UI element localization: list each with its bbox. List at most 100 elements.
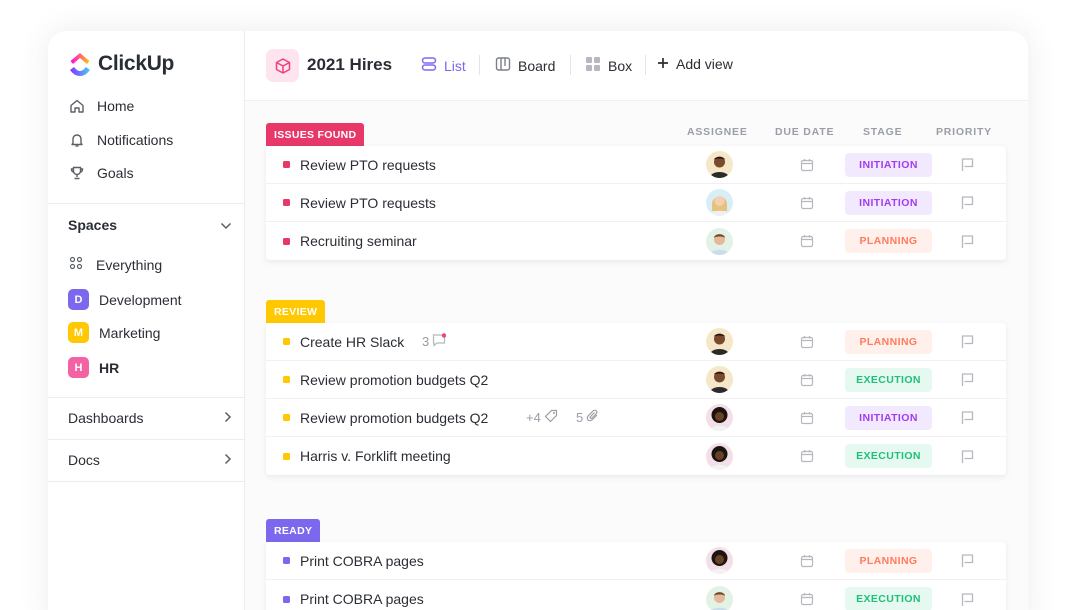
calendar-icon[interactable]: [800, 373, 814, 387]
stage-badge[interactable]: PLANNING: [845, 329, 932, 354]
space-item-label: HR: [99, 359, 120, 376]
task-name[interactable]: Recruiting seminar: [300, 233, 417, 249]
nav-item-label: Goals: [97, 164, 134, 181]
list-icon: [421, 56, 437, 75]
grid-dots-icon: [68, 255, 84, 274]
calendar-icon[interactable]: [800, 335, 814, 349]
stage-badge[interactable]: PLANNING: [845, 229, 932, 253]
brand-name: ClickUp: [98, 52, 175, 75]
clickup-logo[interactable]: ClickUp: [68, 51, 174, 77]
calendar-icon[interactable]: [800, 411, 814, 425]
tab-box[interactable]: Box: [585, 56, 632, 75]
task-row[interactable]: Harris v. Forklift meeting EXECUTION: [266, 437, 1006, 475]
stage-badge[interactable]: EXECUTION: [845, 367, 932, 392]
cube-icon: [266, 49, 299, 82]
avatar[interactable]: [706, 442, 733, 470]
comment-icon: [432, 333, 447, 350]
flag-icon[interactable]: [960, 157, 975, 172]
status-group-tag[interactable]: ISSUES FOUND: [266, 123, 365, 146]
flag-icon[interactable]: [960, 553, 975, 568]
attachment-count-value: 5: [576, 410, 584, 425]
calendar-icon[interactable]: [800, 234, 814, 248]
flag-icon[interactable]: [960, 372, 975, 387]
chevron-down-icon[interactable]: [220, 217, 232, 233]
home-icon: [68, 97, 85, 114]
nav-item-home[interactable]: Home: [68, 97, 134, 114]
calendar-icon[interactable]: [800, 449, 814, 463]
task-row[interactable]: Print COBRA pages PLANNING: [266, 542, 1006, 580]
calendar-icon[interactable]: [800, 592, 814, 606]
task-row[interactable]: Recruiting seminar PLANNING: [266, 222, 1006, 260]
status-dot: [283, 557, 290, 564]
stage-badge[interactable]: EXECUTION: [845, 587, 932, 610]
space-item-development[interactable]: D Development: [68, 289, 182, 310]
column-header-assignee[interactable]: ASSIGNEE: [687, 126, 748, 138]
column-header-stage[interactable]: STAGE: [863, 126, 902, 138]
stage-badge[interactable]: PLANNING: [845, 548, 932, 573]
task-row[interactable]: Review promotion budgets Q2 EXECUTION: [266, 361, 1006, 399]
page-title: 2021 Hires: [307, 55, 393, 74]
sidebar-divider: [48, 203, 245, 204]
task-row[interactable]: Review PTO requests INITIATION: [266, 146, 1006, 184]
flag-icon[interactable]: [960, 195, 975, 210]
stage-badge[interactable]: INITIATION: [845, 190, 932, 215]
avatar[interactable]: [706, 328, 733, 355]
column-header-due-date[interactable]: DUE DATE: [775, 126, 834, 138]
task-name[interactable]: Review PTO requests: [300, 157, 436, 173]
flag-icon[interactable]: [960, 334, 975, 349]
sidebar-item-docs[interactable]: Docs: [68, 452, 232, 468]
task-name[interactable]: Print COBRA pages: [300, 553, 424, 569]
status-dot: [283, 199, 290, 206]
flag-icon[interactable]: [960, 410, 975, 425]
tag-count[interactable]: +4: [526, 409, 558, 426]
task-name[interactable]: Create HR Slack: [300, 334, 404, 350]
sidebar-item-label: Docs: [68, 452, 100, 468]
avatar[interactable]: [706, 547, 733, 574]
task-name[interactable]: Harris v. Forklift meeting: [300, 448, 451, 464]
status-dot: [283, 376, 290, 383]
task-group: Create HR Slack 3 PLANNING Review promotion…: [266, 323, 1006, 475]
board-icon: [495, 56, 511, 75]
app-window: ClickUp Home Notifications Goals Spaces: [48, 31, 1028, 610]
task-row[interactable]: Review promotion budgets Q2 +4 5 INITIATION: [266, 399, 1006, 437]
task-name[interactable]: Print COBRA pages: [300, 591, 424, 607]
calendar-icon[interactable]: [800, 158, 814, 172]
column-header-priority[interactable]: PRIORITY: [936, 126, 992, 138]
space-item-everything[interactable]: Everything: [68, 255, 162, 274]
space-item-marketing[interactable]: M Marketing: [68, 322, 160, 343]
sidebar-item-dashboards[interactable]: Dashboards: [68, 410, 232, 426]
task-row[interactable]: Create HR Slack 3 PLANNING: [266, 323, 1006, 361]
calendar-icon[interactable]: [800, 196, 814, 210]
status-group-tag[interactable]: REVIEW: [266, 300, 326, 323]
nav-item-notifications[interactable]: Notifications: [68, 131, 173, 148]
avatar[interactable]: [706, 366, 733, 393]
nav-item-goals[interactable]: Goals: [68, 164, 134, 181]
task-name[interactable]: Review promotion budgets Q2: [300, 372, 488, 388]
task-row[interactable]: Print COBRA pages EXECUTION: [266, 580, 1006, 610]
view-separator: [645, 55, 646, 75]
flag-icon[interactable]: [960, 449, 975, 464]
tab-list[interactable]: List: [421, 56, 466, 75]
calendar-icon[interactable]: [800, 554, 814, 568]
attachment-count[interactable]: 5: [576, 409, 600, 426]
avatar[interactable]: [706, 404, 733, 431]
task-name[interactable]: Review PTO requests: [300, 195, 436, 211]
task-row[interactable]: Review PTO requests INITIATION: [266, 184, 1006, 222]
add-view-button[interactable]: Add view: [657, 56, 733, 72]
avatar[interactable]: [706, 151, 733, 178]
stage-badge[interactable]: INITIATION: [845, 152, 932, 177]
flag-icon[interactable]: [960, 234, 975, 249]
tab-label: Box: [608, 57, 633, 74]
stage-badge[interactable]: INITIATION: [845, 405, 932, 430]
task-name[interactable]: Review promotion budgets Q2: [300, 410, 488, 426]
stage-badge[interactable]: EXECUTION: [845, 444, 932, 468]
spaces-header[interactable]: Spaces: [68, 217, 232, 233]
avatar[interactable]: [706, 227, 733, 255]
avatar[interactable]: [706, 585, 733, 610]
comment-count[interactable]: 3: [422, 333, 447, 350]
status-group-tag[interactable]: READY: [266, 519, 321, 542]
avatar[interactable]: [706, 189, 733, 216]
flag-icon[interactable]: [960, 592, 975, 607]
space-item-hr[interactable]: H HR: [68, 357, 119, 378]
tab-board[interactable]: Board: [495, 56, 555, 75]
